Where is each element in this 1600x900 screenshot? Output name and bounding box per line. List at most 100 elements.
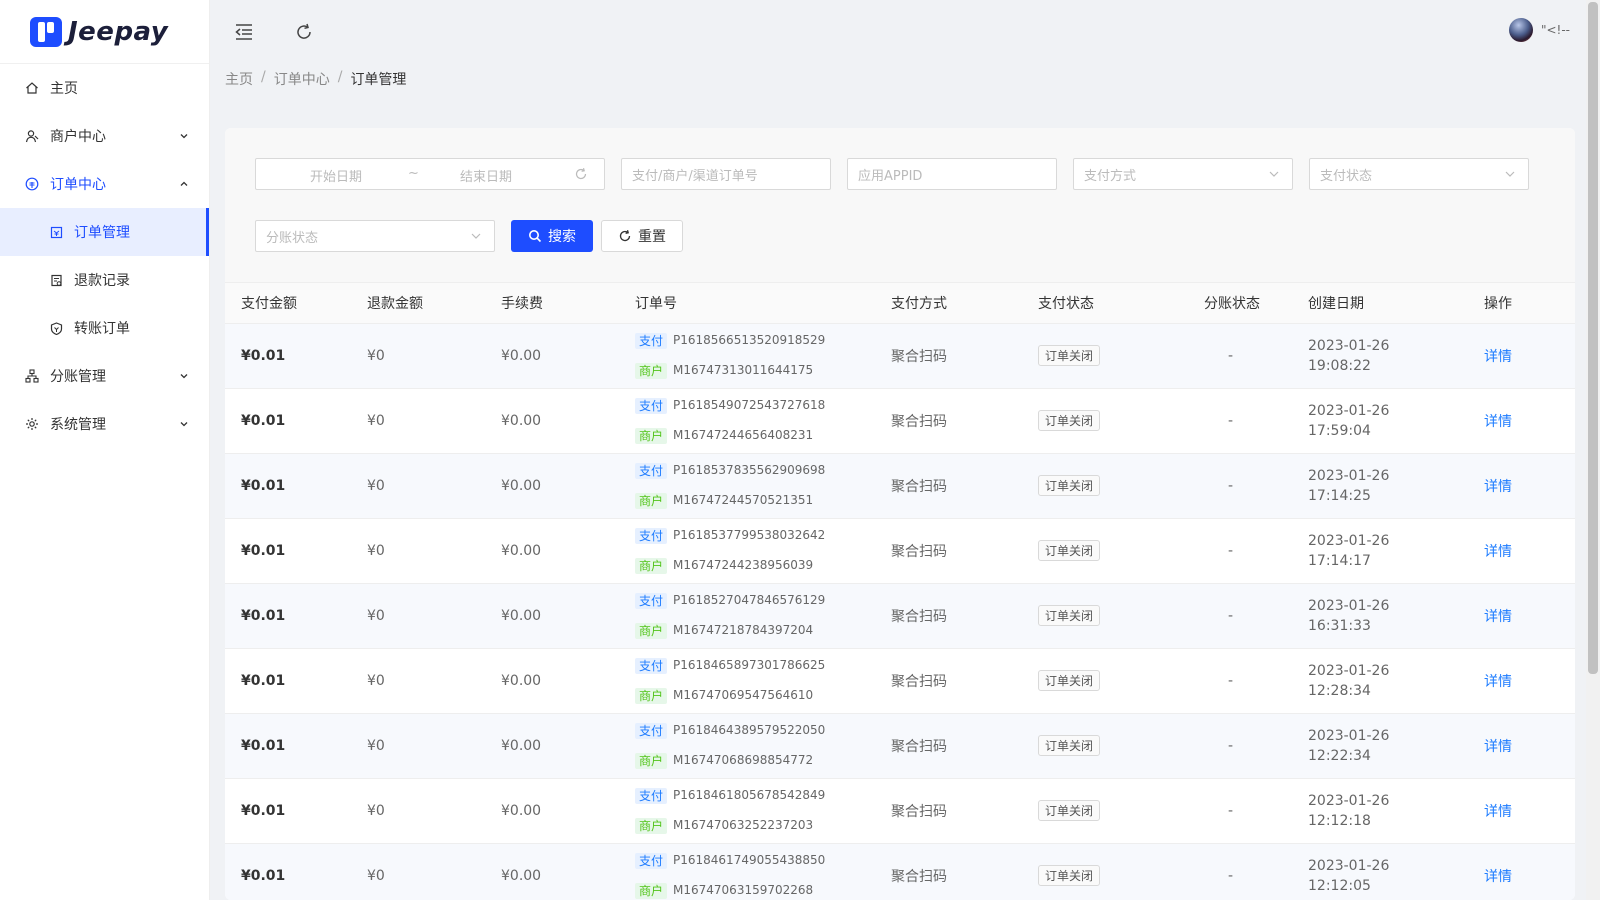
detail-link[interactable]: 详情 [1484, 349, 1512, 365]
table-row: ¥0.01 ¥0 ¥0.00 支付 P1618464389579522050 商户 M167… [225, 713, 1575, 779]
pay-order-line: 支付 P1618549072543727618 [635, 397, 875, 414]
mch-order-no: M16747069547564610 [673, 688, 814, 702]
appid-placeholder: 应用APPID [858, 168, 923, 184]
pay-state-cell: 订单关闭 [1022, 518, 1188, 584]
sidebar-item-label: 系统管理 [50, 417, 106, 433]
order-list-card: 开始日期 ~ 结束日期 支付/商户/渠道订单号 应用APPID 支付方式 支付状… [225, 128, 1575, 900]
split-state: - [1188, 843, 1292, 900]
sidebar: Jeepay 主页 商户中心 订单中心 订单管理 退款记录 转账订单 分账管理 … [0, 0, 210, 900]
logo-mark-icon [30, 16, 62, 47]
scrollbar-thumb[interactable] [1588, 2, 1598, 674]
refresh-icon[interactable] [292, 20, 316, 44]
transfer-icon [48, 320, 64, 336]
chevron-down-icon [470, 230, 482, 246]
sidebar-item-order-manage[interactable]: 订单管理 [0, 208, 209, 256]
mch-order-line: 商户 M16747068698854772 [635, 752, 875, 769]
sidebar-item-label: 分账管理 [50, 369, 106, 385]
pay-state-cell: 订单关闭 [1022, 388, 1188, 454]
pay-order-line: 支付 P1618461805678542849 [635, 787, 875, 804]
breadcrumb-separator: / [337, 69, 343, 85]
status-badge: 订单关闭 [1038, 605, 1101, 626]
detail-link[interactable]: 详情 [1484, 414, 1512, 430]
created-time: 12:28:34 [1308, 682, 1371, 699]
col-pay-state: 支付状态 [1022, 283, 1188, 324]
refund-amount: ¥0 [351, 713, 485, 779]
sidebar-item-split[interactable]: 分账管理 [0, 352, 209, 400]
detail-link[interactable]: 详情 [1484, 544, 1512, 560]
pay-state-cell: 订单关闭 [1022, 778, 1188, 844]
start-date-input[interactable]: 开始日期 [310, 166, 362, 185]
detail-link[interactable]: 详情 [1484, 804, 1512, 820]
sidebar-item-system[interactable]: 系统管理 [0, 400, 209, 448]
user-menu[interactable]: "<!-- [1508, 18, 1570, 42]
col-action: 操作 [1468, 283, 1575, 324]
detail-link[interactable]: 详情 [1484, 479, 1512, 495]
created-date: 2023-01-26 [1308, 727, 1390, 744]
sidebar-item-refund[interactable]: 退款记录 [0, 256, 209, 304]
split-state-select[interactable]: 分账状态 [255, 220, 495, 252]
created-time: 12:22:34 [1308, 747, 1371, 764]
detail-link[interactable]: 详情 [1484, 739, 1512, 755]
mch-tag: 商户 [635, 817, 668, 834]
order-center-icon [24, 176, 40, 192]
date-range-separator: ~ [408, 166, 419, 181]
created-date-cell: 2023-01-26 17:59:04 [1292, 388, 1468, 454]
pay-tag: 支付 [635, 852, 668, 869]
search-button[interactable]: 搜索 [511, 220, 593, 252]
order-center-submenu: 订单管理 退款记录 转账订单 [0, 208, 209, 352]
status-badge: 订单关闭 [1038, 735, 1101, 756]
sidebar-item-home[interactable]: 主页 [0, 64, 209, 112]
mch-tag: 商户 [635, 687, 668, 704]
mch-order-no: M16747313011644175 [673, 363, 814, 377]
fee-amount: ¥0.00 [485, 843, 619, 900]
col-pay-amount: 支付金额 [225, 283, 351, 324]
avatar[interactable] [1508, 18, 1533, 42]
user-name[interactable]: "<!-- [1541, 23, 1570, 37]
order-no-cell: 支付 P1618461805678542849 商户 M167470632522372… [619, 778, 875, 844]
pay-type-select[interactable]: 支付方式 [1073, 158, 1293, 190]
chevron-down-icon [1268, 168, 1280, 184]
created-date: 2023-01-26 [1308, 532, 1390, 549]
sidebar-item-merchant[interactable]: 商户中心 [0, 112, 209, 160]
sidebar-item-order-center[interactable]: 订单中心 [0, 160, 209, 208]
sidebar-item-label: 主页 [50, 81, 78, 97]
detail-link[interactable]: 详情 [1484, 674, 1512, 690]
chevron-up-icon [179, 177, 189, 193]
split-state: - [1188, 648, 1292, 714]
refund-amount: ¥0 [351, 453, 485, 519]
mch-order-no: M16747218784397204 [673, 623, 814, 637]
logo[interactable]: Jeepay [0, 0, 209, 64]
refresh-icon[interactable] [574, 167, 588, 185]
pay-order-line: 支付 P1618461749055438850 [635, 852, 875, 869]
split-state: - [1188, 518, 1292, 584]
pay-state-select[interactable]: 支付状态 [1309, 158, 1529, 190]
pay-order-no: P1618461749055438850 [673, 853, 826, 867]
order-table: 支付金额 退款金额 手续费 订单号 支付方式 支付状态 分账状态 创建日期 操作… [225, 283, 1575, 900]
mch-tag: 商户 [635, 427, 668, 444]
refund-amount: ¥0 [351, 778, 485, 844]
date-range-picker[interactable]: 开始日期 ~ 结束日期 [255, 158, 605, 190]
pay-state-cell: 订单关闭 [1022, 583, 1188, 649]
order-no-input[interactable]: 支付/商户/渠道订单号 [621, 158, 831, 190]
detail-link[interactable]: 详情 [1484, 869, 1512, 885]
breadcrumb-order-center[interactable]: 订单中心 [274, 69, 330, 89]
order-no-cell: 支付 P1618537799538032642 商户 M167472442389560… [619, 518, 875, 584]
pay-order-no: P1618566513520918529 [673, 333, 826, 347]
breadcrumb-home[interactable]: 主页 [225, 69, 253, 89]
page-scrollbar[interactable] [1586, 0, 1600, 900]
end-date-input[interactable]: 结束日期 [460, 166, 512, 185]
status-badge: 订单关闭 [1038, 475, 1101, 496]
detail-link[interactable]: 详情 [1484, 609, 1512, 625]
reset-button[interactable]: 重置 [601, 220, 683, 252]
mch-order-no: M16747063252237203 [673, 818, 814, 832]
pay-order-no: P1618527047846576129 [673, 593, 826, 607]
mch-tag: 商户 [635, 492, 668, 509]
menu-fold-icon[interactable] [232, 20, 256, 44]
appid-input[interactable]: 应用APPID [847, 158, 1057, 190]
status-badge: 订单关闭 [1038, 540, 1101, 561]
sidebar-item-transfer[interactable]: 转账订单 [0, 304, 209, 352]
created-date-cell: 2023-01-26 19:08:22 [1292, 323, 1468, 389]
created-time: 17:14:25 [1308, 487, 1371, 504]
pay-way: 聚合扫码 [875, 518, 1022, 584]
mch-order-no: M16747068698854772 [673, 753, 814, 767]
